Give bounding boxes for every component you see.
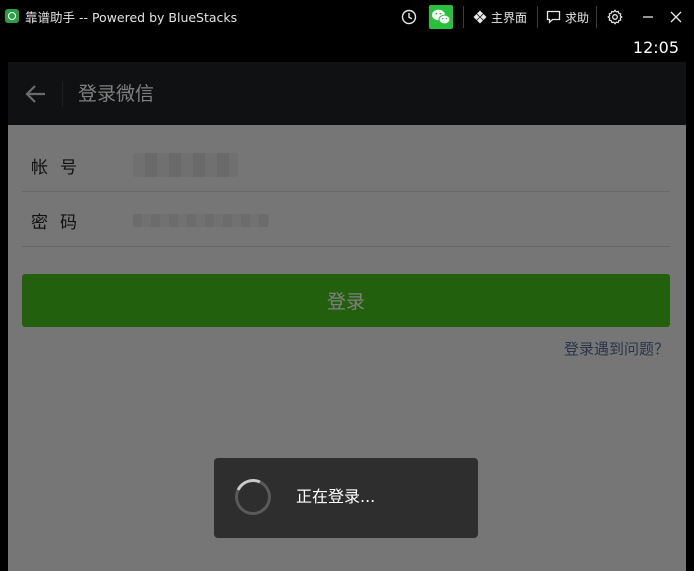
app-logo-icon — [5, 9, 19, 23]
loading-text: 正在登录... — [296, 487, 376, 506]
android-status-bar: 12:05 — [0, 34, 694, 62]
chat-bubble-icon — [546, 10, 561, 24]
clock-icon[interactable] — [400, 0, 418, 34]
help-button[interactable]: 求助 — [546, 0, 589, 34]
titlebar-divider — [463, 6, 464, 28]
home-button[interactable]: 主界面 — [473, 0, 527, 34]
gear-icon[interactable] — [606, 0, 624, 34]
close-icon[interactable] — [668, 0, 684, 34]
titlebar-divider — [596, 6, 597, 28]
wechat-login-screen: 登录微信 帐号 密码 登录 登录遇到问题？ 正在登录... — [8, 62, 686, 571]
window-title: 靠谱助手 -- Powered by BlueStacks — [25, 10, 238, 25]
window-titlebar: 靠谱助手 -- Powered by BlueStacks 主界面 求助 — [0, 0, 694, 34]
wechat-icon[interactable] — [429, 5, 453, 29]
status-time: 12:05 — [632, 38, 679, 57]
loading-dialog: 正在登录... — [214, 458, 478, 538]
titlebar-divider — [537, 6, 538, 28]
spinner-icon — [229, 473, 277, 521]
home-grid-icon — [473, 10, 487, 24]
minimize-icon[interactable] — [640, 0, 656, 34]
help-button-label: 求助 — [565, 10, 590, 25]
home-button-label: 主界面 — [491, 10, 528, 25]
